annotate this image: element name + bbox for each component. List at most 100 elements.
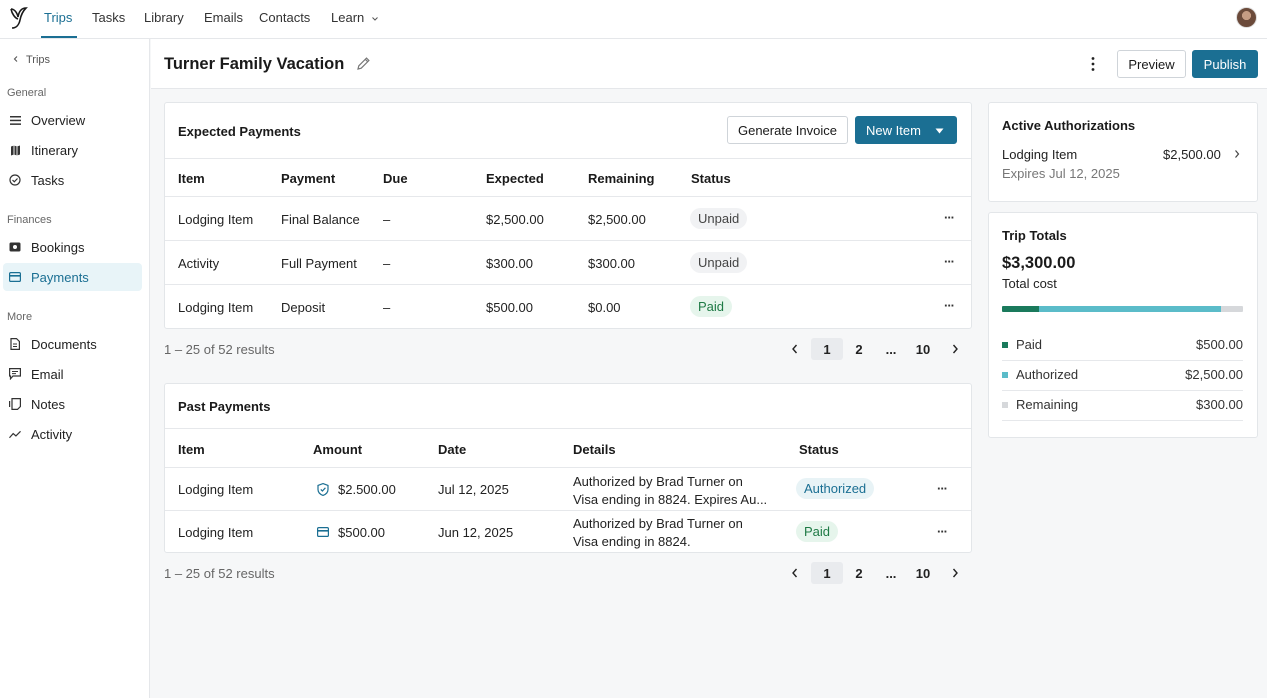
sidebar: Trips General Overview Itinerary Tasks F… [0,39,150,698]
more-options-icon[interactable] [1088,55,1098,73]
caret-down-icon [935,128,944,134]
status-badge: Unpaid [690,208,748,229]
prev-page-button[interactable] [779,562,811,584]
col-payment: Payment [281,171,336,186]
cell-remaining: $0.00 [588,300,621,315]
sidebar-item-overview[interactable]: Overview [3,106,142,134]
nav-tasks[interactable]: Tasks [92,10,125,25]
row-actions-button[interactable]: ··· [937,524,948,539]
publish-button[interactable]: Publish [1192,50,1258,78]
sidebar-item-label: Notes [31,396,65,412]
sidebar-item-activity[interactable]: Activity [3,420,142,448]
sidebar-item-documents[interactable]: Documents [3,330,142,358]
expected-payments-title: Expected Payments [178,124,301,139]
cell-due: – [383,212,391,227]
cell-payment: Full Payment [281,256,357,271]
sidebar-item-label: Email [31,366,64,382]
legend-label: Paid [1016,337,1043,352]
details-line-2: Visa ending in 8824. [573,534,691,549]
top-navigation: Trips Tasks Library Emails Contacts Lear… [0,0,1267,39]
page-10-button[interactable]: 10 [907,338,939,360]
sidebar-item-itinerary[interactable]: Itinerary [3,136,142,164]
back-to-trips-link[interactable]: Trips [12,54,50,66]
row-actions-button[interactable]: ··· [944,254,955,269]
details-line-1: Authorized by Brad Turner on [573,474,743,489]
cell-item: Lodging Item [178,300,254,315]
page-2-button[interactable]: 2 [843,562,875,584]
page-2-button[interactable]: 2 [843,338,875,360]
page-1-button[interactable]: 1 [811,338,843,360]
chevron-left-icon [792,344,798,354]
next-page-button[interactable] [939,562,971,584]
shield-check-icon [317,483,329,496]
trip-totals-title: Trip Totals [1002,228,1067,243]
status-badge: Paid [690,296,733,317]
sidebar-item-label: Itinerary [31,142,78,158]
cell-date: Jun 12, 2025 [438,525,514,540]
sidebar-item-label: Overview [31,112,86,128]
sidebar-section-more: More [7,311,33,323]
cell-payment: Final Balance [281,212,360,227]
prev-page-button[interactable] [779,338,811,360]
new-item-label: New Item [866,122,921,138]
new-item-button[interactable]: New Item [855,116,957,144]
authorization-amount: $2,500.00 [1163,147,1221,162]
legend-value: $2,500.00 [1185,367,1243,382]
sidebar-item-payments[interactable]: Payments [3,263,142,291]
nav-emails[interactable]: Emails [204,10,243,25]
preview-button[interactable]: Preview [1117,50,1186,78]
sidebar-section-general: General [7,87,47,99]
authorization-item[interactable]: Lodging Item $2,500.00 Expires Jul 12, 2… [1002,140,1242,184]
divider [165,158,971,159]
progress-authorized-segment [1038,306,1222,312]
credit-card-icon [9,271,21,283]
cell-item: Activity [178,256,220,271]
page-1-button[interactable]: 1 [811,562,843,584]
cell-expected: $500.00 [486,300,533,315]
nav-learn-label: Learn [331,10,365,25]
nav-learn[interactable]: Learn [331,10,379,25]
authorization-item-name: Lodging Item [1002,147,1078,162]
user-avatar[interactable] [1236,7,1257,28]
divider [165,284,971,285]
nav-contacts[interactable]: Contacts [259,10,310,25]
sidebar-item-bookings[interactable]: Bookings [3,233,142,261]
cell-item: Lodging Item [178,212,254,227]
cell-amount: $500.00 [338,525,385,540]
legend-label: Remaining [1016,397,1079,412]
nav-library[interactable]: Library [144,10,184,25]
row-actions-button[interactable]: ··· [944,210,955,225]
next-page-button[interactable] [939,338,971,360]
sidebar-item-tasks[interactable]: Tasks [3,166,142,194]
sidebar-item-label: Documents [31,336,97,352]
results-count: 1 – 25 of 52 results [164,342,275,357]
details-line-2: Visa ending in 8824. Expires Au... [573,492,768,507]
legend-swatch-authorized [1002,372,1008,378]
details-line-1: Authorized by Brad Turner on [573,516,743,531]
trip-total-amount: $3,300.00 [1002,254,1076,272]
chevron-right-icon [1235,150,1240,158]
divider [165,240,971,241]
cell-details: Authorized by Brad Turner on Visa ending… [573,473,767,509]
generate-invoice-button[interactable]: Generate Invoice [727,116,848,144]
page-10-button[interactable]: 10 [907,562,939,584]
row-actions-button[interactable]: ··· [944,298,955,313]
active-authorizations-title: Active Authorizations [1002,118,1136,133]
check-circle-icon [9,174,21,186]
col-status: Status [799,442,839,457]
app-logo-icon[interactable] [8,6,28,30]
sidebar-item-email[interactable]: Email [3,360,142,388]
sidebar-item-notes[interactable]: Notes [3,390,142,418]
cell-details: Authorized by Brad Turner on Visa ending… [573,515,743,551]
col-item: Item [178,442,205,457]
row-actions-button[interactable]: ··· [937,481,948,496]
trend-line-icon [9,428,21,440]
page-ellipsis: ... [885,341,897,357]
sidebar-item-label: Bookings [31,239,85,255]
nav-trips[interactable]: Trips [44,10,72,25]
col-amount: Amount [313,442,363,457]
legend-remaining: Remaining $300.00 [1002,391,1243,421]
pencil-icon[interactable] [356,56,371,71]
col-due: Due [383,171,408,186]
chevron-down-icon [372,16,378,21]
